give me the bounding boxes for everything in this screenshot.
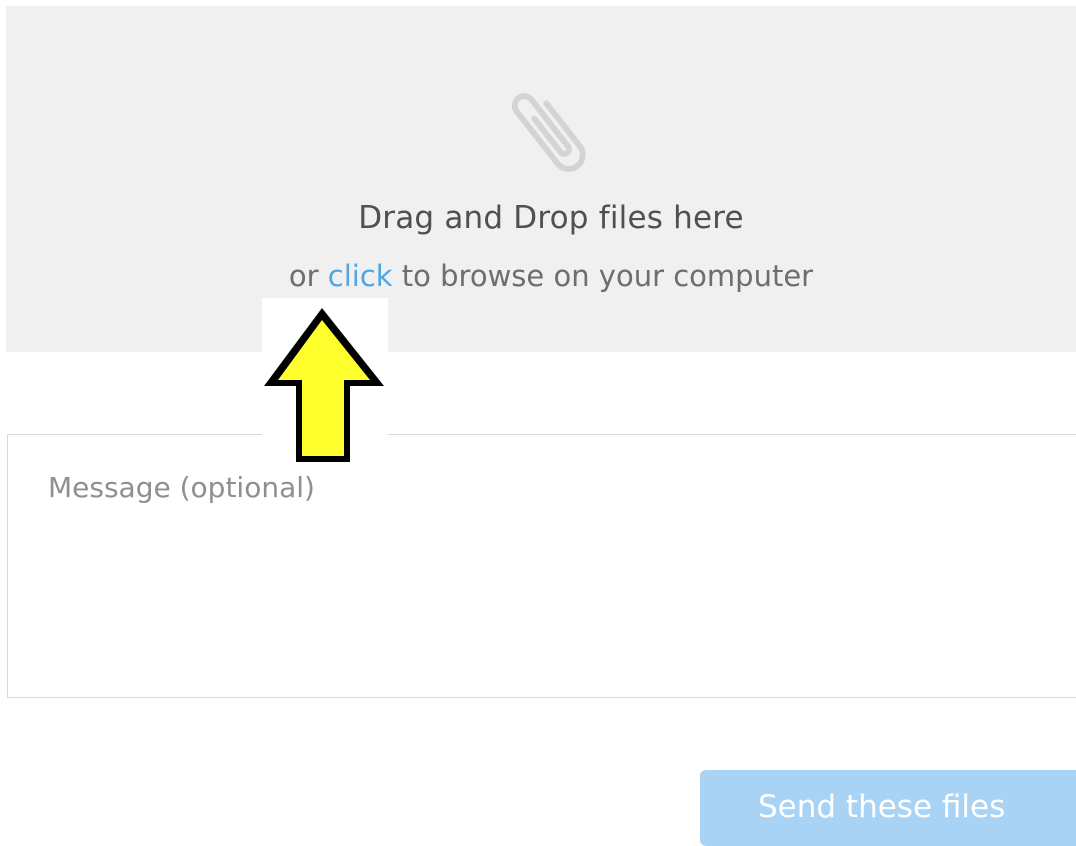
- message-input[interactable]: [7, 434, 1076, 698]
- browse-link[interactable]: click: [328, 259, 393, 293]
- subtitle-suffix: to browse on your computer: [392, 259, 814, 293]
- dropzone-title: Drag and Drop files here: [358, 200, 744, 236]
- dropzone-subtitle: or click to browse on your computer: [6, 259, 1076, 293]
- paperclip-icon: [511, 93, 586, 172]
- file-dropzone[interactable]: Drag and Drop files here or click to bro…: [6, 6, 1076, 352]
- subtitle-prefix: or: [288, 259, 328, 293]
- yellow-up-arrow-icon: [264, 308, 384, 462]
- send-files-button[interactable]: Send these files: [700, 770, 1076, 846]
